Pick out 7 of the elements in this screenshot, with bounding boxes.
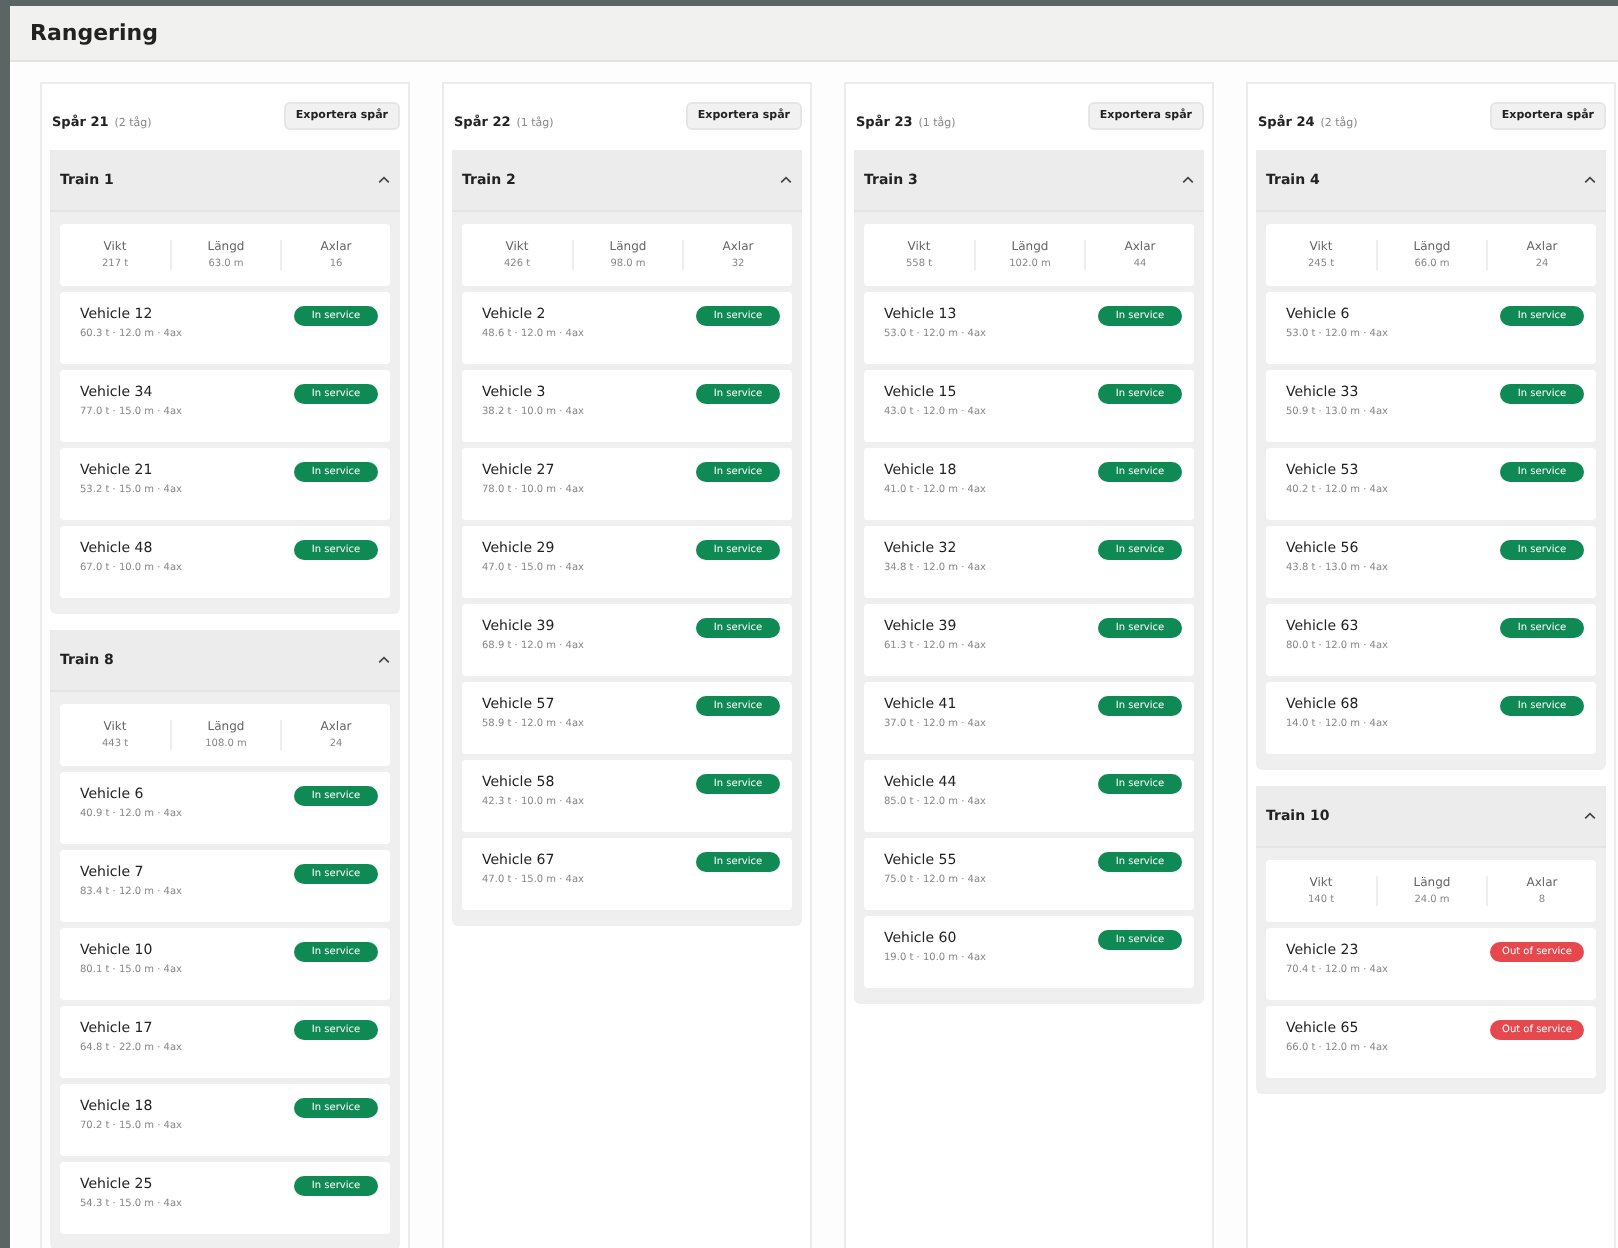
chevron-icon[interactable] xyxy=(378,176,390,184)
chevron-icon[interactable] xyxy=(1584,176,1596,184)
chevron-icon[interactable] xyxy=(1584,812,1596,820)
page-title: Rangering xyxy=(30,20,158,46)
chevron-icon[interactable] xyxy=(378,656,390,664)
chevron-icon[interactable] xyxy=(1182,176,1194,184)
chevron-icon[interactable] xyxy=(780,176,792,184)
